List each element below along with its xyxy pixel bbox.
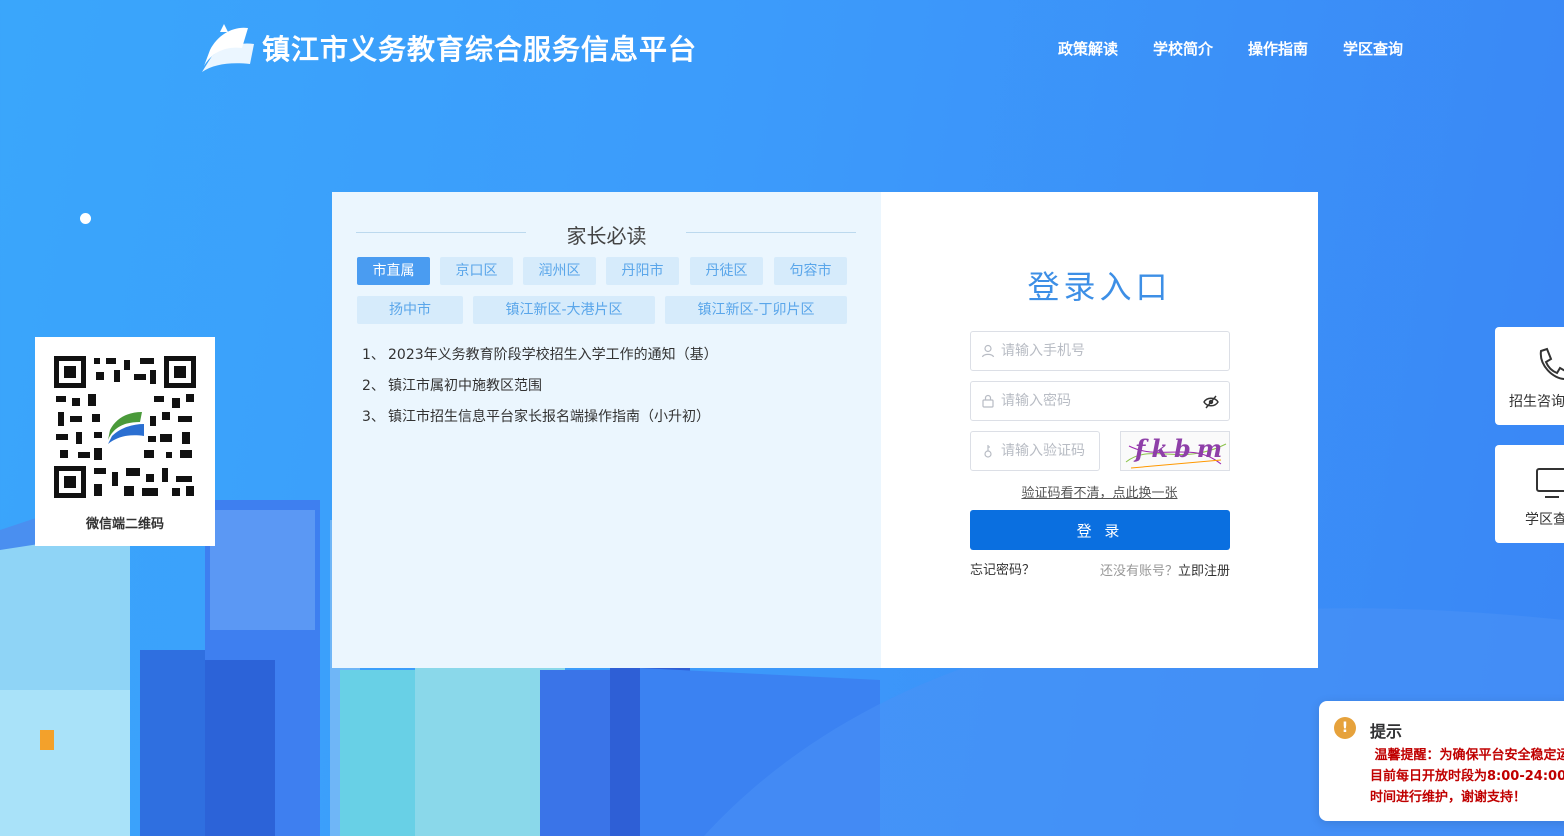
- notification-body: 温馨提醒：为确保平台安全稳定运行， 目前每日开放时段为8:00-24:00，其余…: [1370, 748, 1564, 805]
- notice-list: 1、 2023年义务教育阶段学校招生入学工作的通知（基） 2、 镇江市属初中施教区范…: [362, 345, 718, 438]
- captcha-text: fkbm: [1135, 434, 1229, 463]
- forgot-password-link[interactable]: 忘记密码？: [970, 559, 1035, 578]
- district-tab-dantu[interactable]: 丹徒区: [690, 257, 763, 285]
- eye-off-icon[interactable]: [1203, 394, 1219, 410]
- login-pane: 登录入口: [881, 192, 1318, 668]
- notice-item[interactable]: 2、 镇江市属初中施教区范围: [362, 376, 718, 407]
- notification-title: 提示: [1370, 722, 1403, 741]
- top-nav: 政策解读 学校简介 操作指南 学区查询: [1058, 38, 1438, 59]
- register-link[interactable]: 立即注册: [1178, 564, 1230, 579]
- nav-policy[interactable]: 政策解读: [1058, 38, 1118, 59]
- notice-item[interactable]: 1、 2023年义务教育阶段学校招生入学工作的通知（基）: [362, 345, 718, 376]
- register-prompt: 还没有账号？立即注册: [1100, 560, 1230, 579]
- consult-side-button[interactable]: 招生咨询: [1495, 327, 1564, 425]
- phone-input[interactable]: [971, 332, 1229, 370]
- no-account-text: 还没有账号？: [1099, 564, 1178, 579]
- decor-dot: [80, 213, 91, 224]
- consult-label: 招生咨询: [1509, 394, 1564, 410]
- phone-field: [970, 331, 1230, 371]
- parents-title: 家长必读: [566, 224, 647, 248]
- district-tab-dingmao[interactable]: 镇江新区-丁卯片区: [665, 296, 847, 324]
- district-query-label: 学区查询: [1525, 512, 1564, 528]
- captcha-field: [970, 431, 1100, 471]
- captcha-refresh-link[interactable]: 验证码看不清，点此换一张: [881, 482, 1318, 501]
- site-title: 镇江市义务教育综合服务信息平台: [262, 33, 698, 66]
- district-tab-jingkou[interactable]: 京口区: [440, 257, 513, 285]
- parents-must-read-pane: 家长必读 市直属 京口区 润州区 丹阳市 丹徒区 句容市 扬中市 镇江新区-大港…: [332, 192, 881, 668]
- main-panel: 家长必读 市直属 京口区 润州区 丹阳市 丹徒区 句容市 扬中市 镇江新区-大港…: [332, 192, 1318, 668]
- district-tab-dagang[interactable]: 镇江新区-大港片区: [473, 296, 655, 324]
- key-icon: [984, 445, 992, 458]
- lock-icon: [982, 394, 994, 408]
- district-query-side-button[interactable]: 学区查询: [1495, 445, 1564, 543]
- title-divider-right: [686, 232, 856, 233]
- header: 镇江市义务教育综合服务信息平台 政策解读 学校简介 操作指南 学区查询: [0, 0, 1564, 100]
- district-tab-yangzhong[interactable]: 扬中市: [357, 296, 463, 324]
- login-button[interactable]: 登 录: [970, 510, 1230, 550]
- district-tab-runzhou[interactable]: 润州区: [523, 257, 596, 285]
- site-logo[interactable]: 镇江市义务教育综合服务信息平台: [198, 22, 697, 74]
- warning-icon: !: [1334, 717, 1356, 739]
- nav-schools[interactable]: 学校简介: [1153, 38, 1213, 59]
- qr-code-icon: [54, 356, 196, 498]
- user-icon: [981, 344, 995, 358]
- notice-item[interactable]: 3、 镇江市招生信息平台家长报名端操作指南（小升初）: [362, 407, 718, 438]
- phone-icon: [1539, 347, 1564, 380]
- login-title: 登录入口: [1027, 268, 1172, 306]
- captcha-image[interactable]: fkbm: [1120, 431, 1230, 471]
- password-field: [970, 381, 1230, 421]
- nav-district-query[interactable]: 学区查询: [1343, 38, 1403, 59]
- district-tab-danyang[interactable]: 丹阳市: [606, 257, 679, 285]
- qr-card: 微信端二维码: [35, 337, 215, 546]
- district-tab-jurong[interactable]: 句容市: [774, 257, 847, 285]
- district-tab-city[interactable]: 市直属: [357, 257, 430, 285]
- password-input[interactable]: [971, 382, 1229, 420]
- monitor-icon: [1536, 468, 1564, 498]
- notification-toast: ! 提示 温馨提醒：为确保平台安全稳定运行， 目前每日开放时段为8:00-24:…: [1319, 701, 1564, 821]
- book-logo-icon: [202, 24, 254, 72]
- nav-guide[interactable]: 操作指南: [1248, 38, 1308, 59]
- qr-label: 微信端二维码: [85, 517, 164, 532]
